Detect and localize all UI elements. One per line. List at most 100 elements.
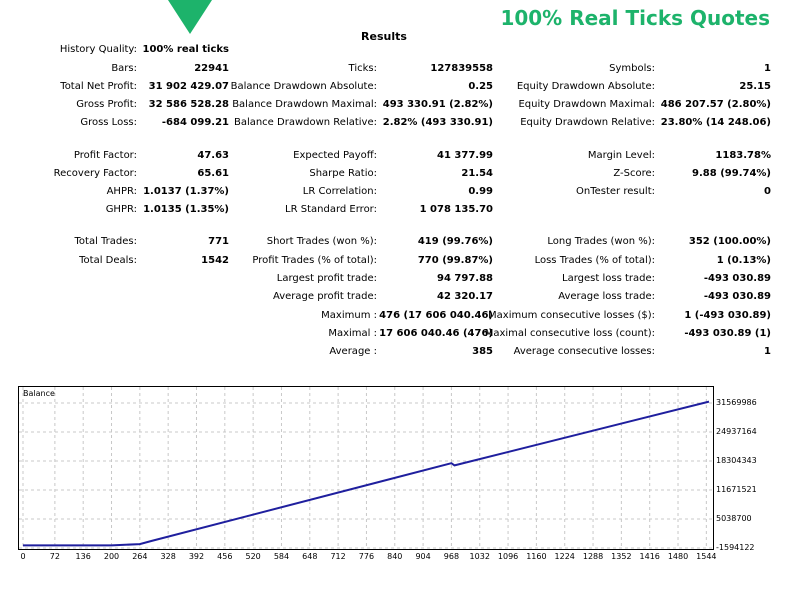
col2-label: Largest profit trade:: [276, 273, 377, 284]
col3-value: 1: [764, 63, 771, 74]
col3-label: Maximal consecutive loss (count):: [484, 328, 655, 339]
col1-label: Bars:: [111, 63, 137, 74]
col2-label: Balance Drawdown Absolute:: [230, 81, 377, 92]
x-tick-label: 712: [330, 552, 346, 561]
x-tick-label: 0: [20, 552, 26, 561]
y-tick-label: 31569986: [716, 398, 757, 407]
col2-value: 17 606 040.46 (476): [379, 328, 493, 339]
col3-value: -493 030.89 (1): [684, 328, 771, 339]
col3-value: 352 (100.00%): [688, 236, 771, 247]
col2-value: 476 (17 606 040.46): [379, 310, 493, 321]
col1-label: GHPR:: [105, 204, 137, 215]
col1-value: 1.0135 (1.35%): [143, 204, 229, 215]
col2-value: 0.25: [468, 81, 493, 92]
col2-label: Balance Drawdown Relative:: [233, 117, 377, 128]
col3-value: 1183.78%: [715, 150, 771, 161]
y-tick-label: 5038700: [716, 514, 752, 523]
col3-value: -493 030.89: [703, 273, 771, 284]
col1-value: 47.63: [197, 150, 229, 161]
x-tick-label: 904: [415, 552, 431, 561]
col2-label: Sharpe Ratio:: [309, 168, 377, 179]
balance-chart: Balance: [18, 386, 714, 550]
x-tick-label: 328: [160, 552, 176, 561]
green-down-arrow: [168, 0, 212, 34]
col1-label: History Quality:: [59, 44, 137, 55]
col1-value: 32 586 528.28: [148, 99, 229, 110]
col3-label: Loss Trades (% of total):: [534, 255, 655, 266]
col2-value: 493 330.91 (2.82%): [382, 99, 493, 110]
col3-value: 1 (0.13%): [716, 255, 771, 266]
col2-value: 41 377.99: [437, 150, 493, 161]
col1-value: 1542: [201, 255, 229, 266]
col3-value: 486 207.57 (2.80%): [660, 99, 771, 110]
y-tick-label: 11671521: [716, 485, 757, 494]
col1-label: Total Deals:: [79, 255, 137, 266]
col3-label: Margin Level:: [587, 150, 655, 161]
col2-label: Profit Trades (% of total):: [252, 255, 377, 266]
col1-value: 31 902 429.07: [148, 81, 229, 92]
col1-value: 1.0137 (1.37%): [143, 186, 229, 197]
col3-label: Equity Drawdown Relative:: [520, 117, 655, 128]
col1-value: -684 099.21: [161, 117, 229, 128]
col1-label: AHPR:: [106, 186, 137, 197]
col1-label: Total Trades:: [74, 236, 138, 247]
col1-label: Recovery Factor:: [53, 168, 137, 179]
col1-value: 65.61: [197, 168, 229, 179]
col2-label: Average :: [329, 346, 377, 357]
col2-value: 21.54: [461, 168, 493, 179]
x-tick-label: 1288: [582, 552, 604, 561]
col2-label: Average profit trade:: [272, 291, 377, 302]
col2-value: 2.82% (493 330.91): [382, 117, 493, 128]
col2-value: 42 320.17: [437, 291, 493, 302]
col2-label: Expected Payoff:: [293, 150, 377, 161]
x-tick-label: 1096: [497, 552, 519, 561]
col2-value: 419 (99.76%): [417, 236, 493, 247]
col3-label: Largest loss trade:: [562, 273, 655, 284]
col2-label: LR Correlation:: [302, 186, 377, 197]
x-tick-label: 776: [358, 552, 375, 561]
x-tick-label: 1160: [526, 552, 547, 561]
x-tick-label: 648: [302, 552, 318, 561]
col1-value: 771: [208, 236, 229, 247]
x-tick-label: 136: [75, 552, 91, 561]
col3-label: OnTester result:: [575, 186, 655, 197]
col1-label: Gross Profit:: [76, 99, 137, 110]
x-tick-label: 264: [132, 552, 148, 561]
col2-value: 770 (99.87%): [417, 255, 493, 266]
results-title: Results: [361, 30, 407, 43]
x-tick-label: 1416: [639, 552, 660, 561]
col2-label: Balance Drawdown Maximal:: [232, 99, 377, 110]
col3-label: Maximum consecutive losses ($):: [488, 310, 655, 321]
col2-label: Maximal :: [328, 328, 377, 339]
col3-label: Z-Score:: [613, 168, 655, 179]
col3-label: Equity Drawdown Absolute:: [516, 81, 655, 92]
x-tick-label: 520: [245, 552, 261, 561]
col3-label: Average loss trade:: [558, 291, 655, 302]
col2-value: 127839558: [430, 63, 493, 74]
col1-label: Total Net Profit:: [60, 81, 137, 92]
col2-label: LR Standard Error:: [285, 204, 377, 215]
x-tick-label: 1224: [554, 552, 575, 561]
col3-label: Equity Drawdown Maximal:: [518, 99, 655, 110]
col3-value: 23.80% (14 248.06): [660, 117, 771, 128]
col2-value: 1 078 135.70: [419, 204, 493, 215]
y-tick-label: 18304343: [716, 456, 757, 465]
col2-label: Ticks:: [348, 63, 377, 74]
x-tick-label: 1352: [611, 552, 632, 561]
col2-label: Short Trades (won %):: [266, 236, 377, 247]
col2-label: Maximum :: [321, 310, 377, 321]
promo-heading: 100% Real Ticks Quotes: [500, 6, 770, 30]
x-tick-label: 456: [217, 552, 233, 561]
col3-value: 1: [764, 346, 771, 357]
x-tick-label: 1032: [469, 552, 490, 561]
x-tick-label: 200: [103, 552, 120, 561]
col3-value: 1 (-493 030.89): [684, 310, 771, 321]
x-tick-label: 1544: [696, 552, 717, 561]
col3-value: 9.88 (99.74%): [692, 168, 771, 179]
col1-label: Gross Loss:: [80, 117, 137, 128]
col3-value: 25.15: [739, 81, 771, 92]
y-tick-label: -1594122: [716, 543, 755, 552]
balance-chart-svg: [19, 387, 713, 549]
x-tick-label: 968: [443, 552, 460, 561]
x-tick-label: 392: [188, 552, 205, 561]
